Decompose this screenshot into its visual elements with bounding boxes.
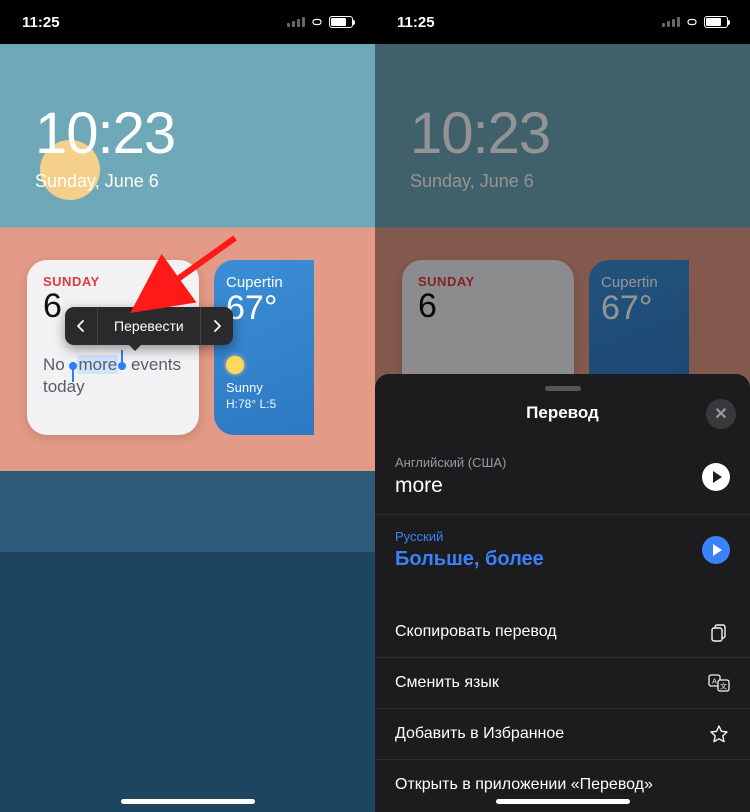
copy-icon — [708, 621, 730, 643]
translate-icon: A文 — [708, 672, 730, 694]
svg-text:文: 文 — [720, 682, 727, 691]
battery-icon — [704, 16, 728, 28]
sun-icon — [226, 356, 244, 374]
source-translation-row: Английский (США) more — [375, 441, 750, 515]
action-label: Открыть в приложении «Перевод» — [395, 776, 653, 794]
target-text: Больше, более — [395, 548, 702, 571]
chevron-right-icon — [213, 320, 221, 332]
selected-text[interactable]: more — [77, 355, 118, 374]
status-time: 11:25 — [22, 14, 60, 31]
action-label: Скопировать перевод — [395, 623, 557, 641]
context-menu-prev[interactable] — [65, 307, 97, 345]
status-icons — [662, 16, 728, 28]
weather-widget[interactable]: Cupertin 67° Sunny H:78° L:5 — [214, 260, 314, 435]
context-menu-next[interactable] — [201, 307, 233, 345]
calendar-widget[interactable]: SUNDAY 6 No more events today — [27, 260, 199, 435]
cellular-icon — [662, 17, 680, 27]
status-icons — [287, 16, 353, 28]
translate-app-icon — [708, 774, 730, 796]
status-bar: 11:25 — [375, 0, 750, 44]
close-icon: ✕ — [714, 404, 727, 424]
link-icon — [310, 17, 324, 27]
cellular-icon — [287, 17, 305, 27]
sheet-grabber[interactable] — [545, 386, 581, 391]
close-button[interactable]: ✕ — [706, 399, 736, 429]
clock-time: 10:23 — [35, 100, 175, 167]
star-icon — [708, 723, 730, 745]
weather-temp: 67° — [226, 289, 302, 328]
play-source-button[interactable] — [702, 463, 730, 491]
home-indicator[interactable] — [121, 799, 255, 804]
svg-text:A: A — [712, 679, 717, 686]
action-label: Добавить в Избранное — [395, 725, 564, 743]
play-target-button[interactable] — [702, 536, 730, 564]
add-favorite-button[interactable]: Добавить в Избранное — [375, 709, 750, 760]
change-language-button[interactable]: Сменить язык A文 — [375, 658, 750, 709]
target-language-label: Русский — [395, 529, 702, 544]
translate-sheet: Перевод ✕ Английский (США) more Русский … — [375, 374, 750, 812]
copy-translation-button[interactable]: Скопировать перевод — [375, 607, 750, 658]
play-icon — [713, 544, 722, 556]
link-icon — [685, 17, 699, 27]
chevron-left-icon — [77, 320, 85, 332]
calendar-events-text: No more events today — [43, 354, 183, 398]
context-menu-translate[interactable]: Перевести — [98, 307, 200, 345]
play-icon — [713, 471, 722, 483]
lockscreen-clock: 10:23 Sunday, June 6 — [35, 100, 175, 192]
text-context-menu: Перевести — [65, 307, 233, 345]
target-translation-row: Русский Больше, более — [375, 515, 750, 587]
battery-icon — [329, 16, 353, 28]
weather-hilo: H:78° L:5 — [226, 397, 302, 411]
source-text: more — [395, 474, 702, 498]
action-label: Сменить язык — [395, 674, 499, 692]
selection-handle-right[interactable] — [118, 362, 126, 370]
source-language-label: Английский (США) — [395, 455, 702, 470]
status-bar: 11:25 — [0, 0, 375, 44]
right-screenshot: 11:25 10:23 Sunday, June 6 SUNDAY 6 Cupe — [375, 0, 750, 812]
home-indicator[interactable] — [496, 799, 630, 804]
status-time: 11:25 — [397, 14, 435, 31]
weather-condition: Sunny — [226, 380, 302, 395]
left-screenshot: 11:25 10:23 Sunday, June 6 SUNDAY 6 No — [0, 0, 375, 812]
sheet-title: Перевод — [526, 403, 599, 423]
clock-date: Sunday, June 6 — [35, 171, 175, 192]
action-list: Скопировать перевод Сменить язык A文 Доба… — [375, 607, 750, 810]
